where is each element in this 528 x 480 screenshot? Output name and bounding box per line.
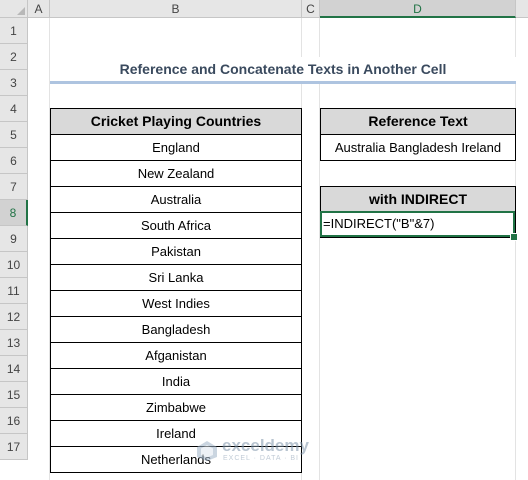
column-header-b[interactable]: B	[50, 0, 302, 18]
row-header[interactable]: 9	[0, 226, 28, 252]
reference-table: Reference Text Australia Bangladesh Irel…	[320, 108, 516, 161]
active-cell-d8[interactable]: =INDIRECT("B"&7)	[320, 211, 515, 237]
row-header[interactable]: 17	[0, 434, 28, 460]
country-cell[interactable]: Australia	[51, 187, 301, 213]
country-cell[interactable]: New Zealand	[51, 161, 301, 187]
row-header[interactable]: 7	[0, 174, 28, 200]
row-header[interactable]: 3	[0, 70, 28, 96]
gridline	[515, 18, 516, 480]
watermark-tagline: EXCEL · DATA · BI	[223, 455, 299, 462]
row-header[interactable]: 14	[0, 356, 28, 382]
row-header[interactable]: 15	[0, 382, 28, 408]
reference-header[interactable]: Reference Text	[321, 109, 515, 135]
country-cell[interactable]: Bangladesh	[51, 317, 301, 343]
country-cell[interactable]: Pakistan	[51, 239, 301, 265]
column-header-c[interactable]: C	[302, 0, 320, 18]
sheet-title[interactable]: Reference and Concatenate Texts in Anoth…	[50, 57, 516, 84]
row-header[interactable]: 6	[0, 148, 28, 174]
watermark-name: exceldemy	[222, 436, 309, 455]
indirect-header[interactable]: with INDIRECT	[321, 187, 515, 212]
country-cell[interactable]: South Africa	[51, 213, 301, 239]
select-all-triangle-icon	[17, 7, 25, 15]
row-header[interactable]: 2	[0, 44, 28, 70]
country-cell[interactable]: Zimbabwe	[51, 395, 301, 421]
select-all-corner[interactable]	[0, 0, 28, 18]
column-header-e[interactable]	[516, 0, 528, 18]
column-header-a[interactable]: A	[28, 0, 50, 18]
gridline	[319, 18, 320, 480]
country-cell[interactable]: Afganistan	[51, 343, 301, 369]
row-header-selected[interactable]: 8	[0, 200, 28, 226]
column-header-d[interactable]: D	[320, 0, 516, 18]
row-header[interactable]: 13	[0, 330, 28, 356]
countries-table: Cricket Playing Countries England New Ze…	[50, 108, 302, 473]
row-header[interactable]: 4	[0, 96, 28, 122]
fill-handle[interactable]	[510, 233, 518, 241]
row-header[interactable]: 16	[0, 408, 28, 434]
country-cell[interactable]: West Indies	[51, 291, 301, 317]
exceldemy-logo-icon	[197, 441, 217, 461]
country-cell[interactable]: India	[51, 369, 301, 395]
row-header[interactable]: 5	[0, 122, 28, 148]
row-header[interactable]: 11	[0, 278, 28, 304]
country-cell[interactable]: England	[51, 135, 301, 161]
row-header[interactable]: 1	[0, 18, 28, 44]
row-header[interactable]: 10	[0, 252, 28, 278]
row-header[interactable]: 12	[0, 304, 28, 330]
country-cell[interactable]: Sri Lanka	[51, 265, 301, 291]
reference-value-cell[interactable]: Australia Bangladesh Ireland	[321, 135, 515, 160]
exceldemy-watermark: exceldemy EXCEL · DATA · BI	[196, 436, 346, 468]
countries-table-header[interactable]: Cricket Playing Countries	[51, 109, 301, 135]
